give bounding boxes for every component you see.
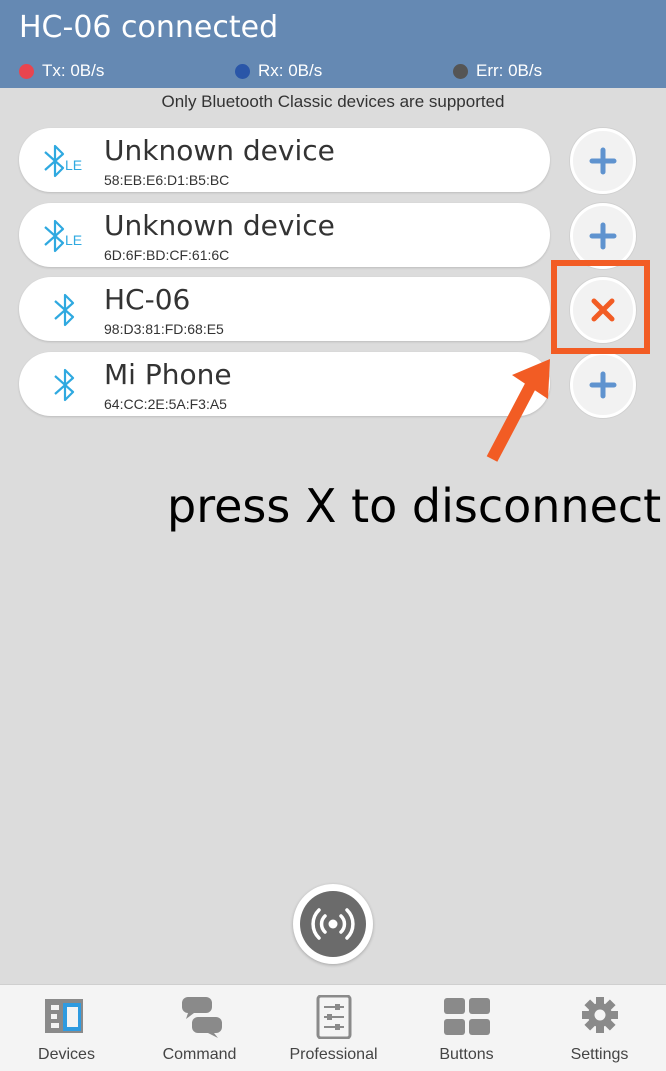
bottom-tab-bar: Devices Command Professional Buttons Set… (0, 984, 666, 1071)
broadcast-icon (311, 908, 355, 940)
scan-button[interactable] (293, 884, 373, 964)
devices-icon (45, 999, 83, 1033)
device-name: Unknown device (104, 209, 335, 242)
plus-icon (589, 222, 617, 250)
plus-icon (589, 147, 617, 175)
bluetooth-le-icon: LE (44, 144, 82, 178)
highlight-box (551, 260, 650, 354)
device-row[interactable]: HC-06 98:D3:81:FD:68:E5 (19, 277, 550, 341)
gear-icon (582, 997, 618, 1033)
device-mac: 6D:6F:BD:CF:61:6C (104, 247, 230, 263)
device-mac: 98:D3:81:FD:68:E5 (104, 321, 224, 337)
tab-command[interactable]: Command (133, 985, 266, 1071)
tab-buttons[interactable]: Buttons (400, 985, 533, 1071)
tab-settings[interactable]: Settings (533, 985, 666, 1071)
device-row[interactable]: LE Unknown device 6D:6F:BD:CF:61:6C (19, 203, 550, 267)
grid-icon (444, 998, 490, 1035)
err-label: Err: 0B/s (476, 61, 543, 80)
tab-label: Professional (289, 1046, 378, 1063)
device-row[interactable]: LE Unknown device 58:EB:E6:D1:B5:BC (19, 128, 550, 192)
arrow-icon (486, 359, 550, 462)
svg-text:LE: LE (65, 232, 82, 248)
tx-stat: Tx: 0B/s (19, 60, 104, 82)
connect-button[interactable] (570, 128, 636, 194)
bluetooth-icon (54, 368, 75, 402)
tab-devices[interactable]: Devices (0, 985, 133, 1071)
tab-professional[interactable]: Professional (267, 985, 400, 1071)
device-mac: 58:EB:E6:D1:B5:BC (104, 172, 230, 188)
sliders-icon (316, 995, 352, 1039)
tx-dot-icon (19, 63, 34, 79)
err-dot-icon (453, 63, 468, 79)
device-name: Mi Phone (104, 358, 232, 391)
tab-label: Buttons (439, 1046, 494, 1063)
device-name: HC-06 (104, 283, 191, 316)
bluetooth-icon (54, 293, 75, 327)
connection-title: HC-06 connected (19, 10, 279, 45)
tx-label: Tx: 0B/s (42, 61, 105, 80)
connect-button[interactable] (570, 352, 636, 418)
bluetooth-le-icon: LE (44, 219, 82, 253)
chat-icon (182, 997, 222, 1038)
top-bar: HC-06 connected Tx: 0B/s Rx: 0B/s Err: 0… (0, 0, 666, 88)
device-row[interactable]: Mi Phone 64:CC:2E:5A:F3:A5 (19, 352, 550, 416)
svg-text:LE: LE (65, 157, 82, 173)
tab-label: Settings (570, 1046, 629, 1063)
tab-label: Devices (38, 1046, 95, 1063)
rx-label: Rx: 0B/s (258, 61, 323, 80)
device-mac: 64:CC:2E:5A:F3:A5 (104, 396, 227, 412)
rx-dot-icon (235, 63, 250, 79)
err-stat: Err: 0B/s (453, 60, 542, 82)
annotation-text: press X to disconnect (167, 479, 662, 533)
support-notice: Only Bluetooth Classic devices are suppo… (161, 92, 505, 111)
plus-icon (589, 371, 617, 399)
tab-label: Command (162, 1046, 237, 1063)
device-name: Unknown device (104, 134, 335, 167)
rx-stat: Rx: 0B/s (235, 60, 322, 82)
